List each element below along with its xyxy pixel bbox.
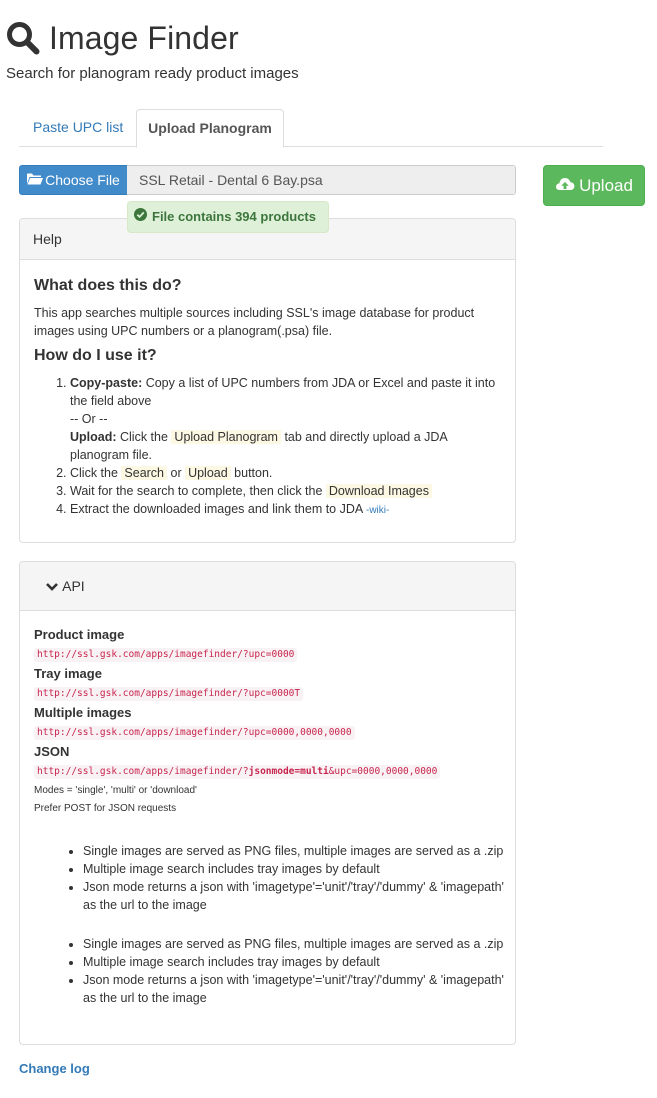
or-separator: -- Or -- xyxy=(70,412,108,426)
search-icon xyxy=(6,21,40,55)
tray-image-label: Tray image xyxy=(34,666,102,681)
step-text: Extract the downloaded images and link t… xyxy=(70,502,366,516)
list-item: Extract the downloaded images and link t… xyxy=(70,500,496,520)
choose-file-label: Choose File xyxy=(45,172,120,188)
step-text: Wait for the search to complete, then cl… xyxy=(70,484,326,498)
page-header: Image Finder xyxy=(6,18,239,58)
api-notes-list-repeat: Single images are served as PNG files, m… xyxy=(34,935,504,1007)
copy-paste-label: Copy-paste: xyxy=(70,376,143,390)
list-item: Wait for the search to complete, then cl… xyxy=(70,482,496,500)
what-description: This app searches multiple sources inclu… xyxy=(34,306,475,338)
json-url: http://ssl.gsk.com/apps/imagefinder/?jso… xyxy=(34,765,441,779)
page-subtitle: Search for planogram ready product image… xyxy=(6,65,299,82)
list-item: Single images are served as PNG files, m… xyxy=(83,935,504,953)
file-status-badge: File contains 394 products xyxy=(127,201,329,233)
step-text: button. xyxy=(230,466,273,480)
upload-button[interactable]: Upload xyxy=(543,165,645,206)
api-body: Product image http://ssl.gsk.com/apps/im… xyxy=(34,626,504,1007)
page-title: Image Finder xyxy=(49,20,239,56)
download-images-highlight: Download Images xyxy=(325,484,432,498)
upload-planogram-highlight: Upload Planogram xyxy=(171,430,281,444)
tab-bar: Paste UPC list Upload Planogram xyxy=(19,109,603,148)
step-text: or xyxy=(167,466,186,480)
tab-paste-upc-list[interactable]: Paste UPC list xyxy=(19,109,137,147)
help-body: What does this do? This app searches mul… xyxy=(34,276,496,520)
folder-open-icon xyxy=(27,171,45,189)
tab-upload-planogram[interactable]: Upload Planogram xyxy=(136,109,284,148)
list-item: Copy-paste: Copy a list of UPC numbers f… xyxy=(70,374,496,464)
step-text: Click the xyxy=(70,466,122,480)
selected-file-name[interactable]: SSL Retail - Dental 6 Bay.psa xyxy=(127,165,516,195)
list-item: Multiple image search includes tray imag… xyxy=(83,860,504,878)
how-do-i-use-it-heading: How do I use it? xyxy=(34,347,157,364)
check-circle-icon xyxy=(134,208,152,226)
help-panel: Help What does this do? This app searche… xyxy=(19,218,516,543)
usage-steps: Copy-paste: Copy a list of UPC numbers f… xyxy=(34,374,496,520)
cloud-upload-icon xyxy=(555,176,579,196)
multiple-images-url: http://ssl.gsk.com/apps/imagefinder/?upc… xyxy=(34,726,355,740)
chevron-down-icon xyxy=(46,578,62,594)
list-item: Json mode returns a json with 'imagetype… xyxy=(83,971,504,1007)
api-panel: API Product image http://ssl.gsk.com/app… xyxy=(19,561,516,1045)
post-note: Prefer POST for JSON requests xyxy=(34,803,177,814)
what-does-this-do-heading: What does this do? xyxy=(34,277,182,294)
upload-label: Upload: xyxy=(70,430,117,444)
choose-file-button[interactable]: Choose File xyxy=(19,165,128,195)
file-status-text: File contains 394 products xyxy=(152,209,316,224)
change-log-link[interactable]: Change log xyxy=(19,1060,90,1078)
multiple-images-label: Multiple images xyxy=(34,705,132,720)
step-text: Click the xyxy=(116,430,172,444)
json-label: JSON xyxy=(34,744,70,759)
api-heading-label: API xyxy=(62,578,85,594)
tray-image-url: http://ssl.gsk.com/apps/imagefinder/?upc… xyxy=(34,687,304,701)
list-item: Multiple image search includes tray imag… xyxy=(83,953,504,971)
modes-note: Modes = 'single', 'multi' or 'download' xyxy=(34,785,197,796)
wiki-link[interactable]: -wiki- xyxy=(366,505,389,516)
list-item: Click the Search or Upload button. xyxy=(70,464,496,482)
search-highlight: Search xyxy=(121,466,168,480)
upload-button-label: Upload xyxy=(579,175,633,195)
upload-highlight: Upload xyxy=(185,466,231,480)
product-image-url: http://ssl.gsk.com/apps/imagefinder/?upc… xyxy=(34,648,298,662)
api-notes-list: Single images are served as PNG files, m… xyxy=(34,842,504,914)
list-item: Single images are served as PNG files, m… xyxy=(83,842,504,860)
list-item: Json mode returns a json with 'imagetype… xyxy=(83,878,504,914)
api-panel-heading[interactable]: API xyxy=(20,562,515,611)
product-image-label: Product image xyxy=(34,627,125,642)
